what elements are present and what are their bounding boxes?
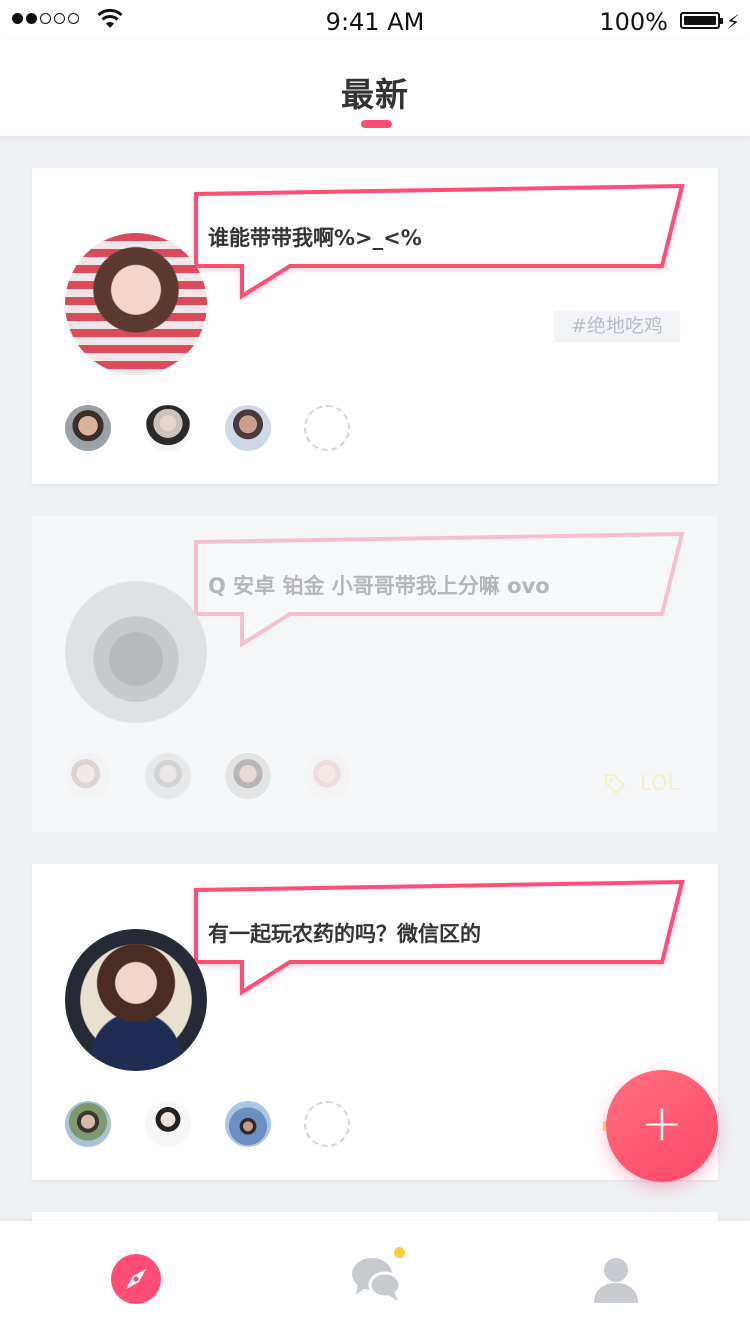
member-avatar[interactable]: [225, 405, 271, 451]
member-avatar[interactable]: [65, 405, 111, 451]
post-message: 有一起玩农药的吗？微信区的: [208, 922, 481, 946]
compass-icon[interactable]: [110, 1253, 162, 1305]
bolt-icon: ⚡︎: [725, 10, 740, 34]
member-avatar[interactable]: [145, 1101, 191, 1147]
message-badge: [394, 1247, 405, 1258]
game-name: LOL: [640, 771, 680, 795]
member-avatar[interactable]: [65, 753, 111, 799]
status-bar: 9:41 AM 100% ⚡︎: [0, 0, 750, 40]
member-avatar[interactable]: [145, 753, 191, 799]
member-avatar[interactable]: [304, 753, 350, 799]
add-post-button[interactable]: +: [606, 1070, 718, 1182]
game-tag[interactable]: LOL: [604, 771, 679, 795]
plus-icon: +: [641, 1094, 683, 1152]
empty-member-slot[interactable]: [304, 405, 350, 451]
post-message: Q 安卓 铂金 小哥哥带我上分嘛 ovo: [208, 574, 550, 598]
tab-bar: [0, 1221, 750, 1334]
member-avatar[interactable]: [145, 405, 191, 451]
post-card[interactable]: 谁能带带我啊%>_<% #绝地吃鸡: [32, 168, 718, 484]
battery-icon: [680, 12, 723, 29]
member-avatar[interactable]: [225, 1101, 271, 1147]
nav-header: 最新: [0, 40, 750, 136]
avatar[interactable]: [65, 233, 207, 375]
avatar[interactable]: [65, 929, 207, 1071]
person-icon[interactable]: [590, 1253, 642, 1305]
avatar[interactable]: [65, 581, 207, 723]
post-card[interactable]: Q 安卓 铂金 小哥哥带我上分嘛 ovo LOL: [32, 516, 718, 832]
member-avatar[interactable]: [65, 1101, 111, 1147]
chat-bubbles-icon[interactable]: [350, 1253, 402, 1305]
topic-tag[interactable]: #绝地吃鸡: [554, 311, 680, 342]
battery-percent: 100%: [599, 8, 668, 36]
post-message: 谁能带带我啊%>_<%: [208, 226, 422, 250]
tag-icon: [605, 774, 626, 794]
page-title[interactable]: 最新: [0, 68, 750, 116]
member-avatar[interactable]: [225, 753, 271, 799]
active-tab-indicator: [361, 120, 392, 128]
empty-member-slot[interactable]: [304, 1101, 350, 1147]
